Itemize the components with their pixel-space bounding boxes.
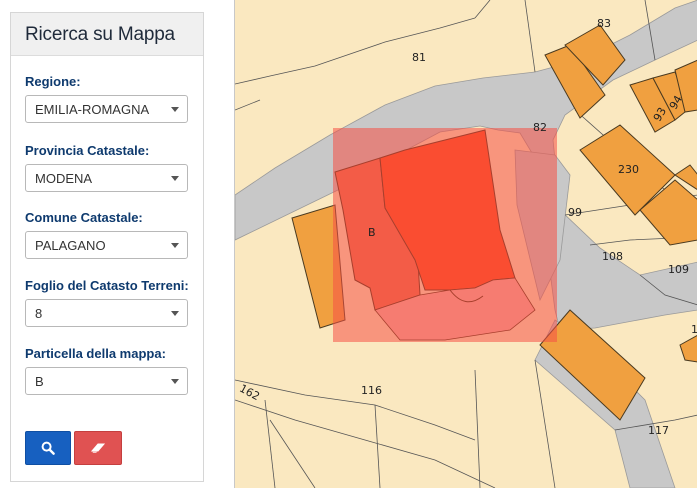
foglio-value: 8 [35, 306, 43, 321]
regione-field: Regione: EMILIA-ROMAGNA [25, 74, 189, 123]
particella-label: Particella della mappa: [25, 346, 166, 361]
selection-box [333, 128, 557, 342]
provincia-label: Provincia Catastale: [25, 143, 150, 158]
search-panel: Ricerca su Mappa Regione: EMILIA-ROMAGNA… [10, 12, 204, 482]
comune-value: PALAGANO [35, 238, 106, 253]
parcel-label-109: 109 [668, 263, 689, 276]
building [679, 334, 697, 363]
provincia-value: MODENA [35, 171, 93, 186]
provincia-select[interactable]: MODENA [25, 164, 188, 192]
regione-select[interactable]: EMILIA-ROMAGNA [25, 95, 188, 123]
search-panel-title: Ricerca su Mappa [25, 24, 175, 45]
parcel-label-83: 83 [597, 17, 611, 30]
comune-select[interactable]: PALAGANO [25, 231, 188, 259]
parcel-label-230: 230 [618, 163, 639, 176]
eraser-icon [90, 443, 106, 453]
particella-value: B [35, 374, 44, 389]
parcel-label-117: 117 [648, 424, 669, 437]
chevron-down-icon [171, 243, 179, 248]
search-button[interactable] [25, 431, 71, 465]
search-icon [41, 441, 55, 455]
parcel-label-99: 99 [568, 206, 582, 219]
foglio-field: Foglio del Catasto Terreni: 8 [25, 278, 189, 327]
cadastral-map[interactable]: 83 81 94 82 93 230 B 99 108 109 162 116 … [234, 0, 697, 488]
parcel-label-1: 1 [691, 323, 697, 336]
foglio-label: Foglio del Catasto Terreni: [25, 278, 189, 293]
parcel-label-82: 82 [533, 121, 547, 134]
particella-select[interactable]: B [25, 367, 188, 395]
map-canvas [235, 0, 697, 488]
parcel-label-116: 116 [361, 384, 382, 397]
chevron-down-icon [171, 379, 179, 384]
parcel-label-108: 108 [602, 250, 623, 263]
chevron-down-icon [171, 107, 179, 112]
comune-field: Comune Catastale: PALAGANO [25, 210, 189, 259]
foglio-select[interactable]: 8 [25, 299, 188, 327]
regione-label: Regione: [25, 74, 81, 89]
provincia-field: Provincia Catastale: MODENA [25, 143, 189, 192]
comune-label: Comune Catastale: [25, 210, 143, 225]
chevron-down-icon [171, 311, 179, 316]
search-panel-header: Ricerca su Mappa [11, 13, 203, 56]
parcel-label-b: B [368, 226, 376, 239]
clear-button[interactable] [74, 431, 122, 465]
parcel-label-81: 81 [412, 51, 426, 64]
particella-field: Particella della mappa: B [25, 346, 189, 395]
chevron-down-icon [171, 176, 179, 181]
regione-value: EMILIA-ROMAGNA [35, 102, 150, 117]
